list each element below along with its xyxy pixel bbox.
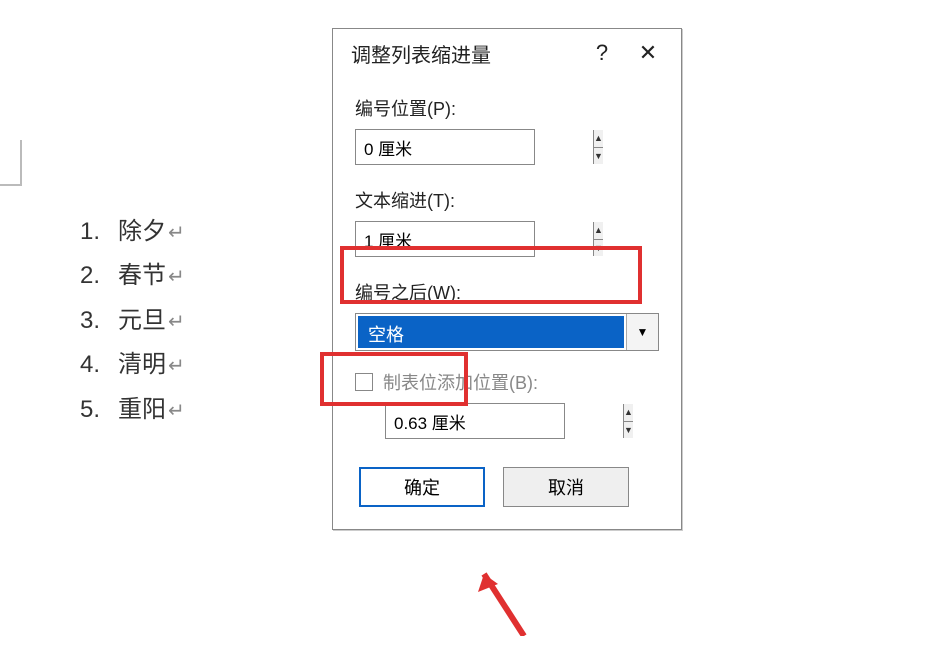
dialog-titlebar: 调整列表缩进量 ? ✕ <box>333 29 681 77</box>
return-icon: ↵ <box>168 266 185 288</box>
ok-button[interactable]: 确定 <box>359 467 485 507</box>
close-button[interactable]: ✕ <box>625 30 671 76</box>
text-indent-spinner[interactable]: ▲ ▼ <box>355 221 535 257</box>
text-indent-input[interactable] <box>356 222 593 256</box>
list-item: 1. 除夕↵ <box>60 210 185 254</box>
document-numbered-list: 1.除夕↵ 2.春节↵ 3.元旦↵ 4.清明↵ 5.重阳↵ <box>60 210 185 432</box>
tab-stop-checkbox[interactable] <box>355 373 373 391</box>
after-number-select[interactable]: 空格 ▼ <box>355 313 659 351</box>
list-text: 元旦 <box>118 307 166 334</box>
after-number-value: 空格 <box>358 316 624 348</box>
help-button[interactable]: ? <box>579 30 625 76</box>
number-position-input[interactable] <box>356 130 593 164</box>
tab-stop-spinner[interactable]: ▲ ▼ <box>385 403 565 439</box>
annotation-arrow-icon <box>474 566 534 636</box>
list-item: 4. 清明↵ <box>60 343 185 387</box>
cancel-button[interactable]: 取消 <box>503 467 629 507</box>
text-indent-group: 文本缩进(T): ▲ ▼ <box>355 187 659 257</box>
return-icon: ↵ <box>168 355 185 377</box>
spin-down-icon[interactable]: ▼ <box>594 240 603 257</box>
number-position-label: 编号位置(P): <box>355 95 659 121</box>
list-item: 3. 元旦↵ <box>60 299 185 343</box>
spin-down-icon[interactable]: ▼ <box>624 422 633 439</box>
list-text: 重阳 <box>118 396 166 423</box>
text-indent-label: 文本缩进(T): <box>355 187 659 213</box>
tab-stop-input[interactable] <box>386 404 623 438</box>
list-number: 4. <box>60 343 100 387</box>
list-number: 1. <box>60 210 100 254</box>
spin-up-icon[interactable]: ▲ <box>594 130 603 148</box>
tab-stop-row: 制表位添加位置(B): <box>355 369 659 395</box>
spin-up-icon[interactable]: ▲ <box>624 404 633 422</box>
list-text: 春节 <box>118 262 166 289</box>
return-icon: ↵ <box>168 400 185 422</box>
spin-down-icon[interactable]: ▼ <box>594 148 603 165</box>
list-text: 清明 <box>118 351 166 378</box>
list-number: 5. <box>60 388 100 432</box>
list-item: 5. 重阳↵ <box>60 388 185 432</box>
return-icon: ↵ <box>168 222 185 244</box>
after-number-group: 编号之后(W): 空格 ▼ 制表位添加位置(B): ▲ ▼ <box>355 279 659 439</box>
list-item: 2. 春节↵ <box>60 254 185 298</box>
number-position-spinner[interactable]: ▲ ▼ <box>355 129 535 165</box>
tab-stop-label: 制表位添加位置(B): <box>383 369 538 395</box>
dialog-title: 调整列表缩进量 <box>351 39 579 68</box>
number-position-group: 编号位置(P): ▲ ▼ <box>355 95 659 165</box>
after-number-label: 编号之后(W): <box>355 279 659 305</box>
list-text: 除夕 <box>118 218 166 245</box>
return-icon: ↵ <box>168 311 185 333</box>
list-number: 2. <box>60 254 100 298</box>
adjust-list-indent-dialog: 调整列表缩进量 ? ✕ 编号位置(P): ▲ ▼ 文本缩进(T): ▲ ▼ <box>332 28 682 530</box>
spin-up-icon[interactable]: ▲ <box>594 222 603 240</box>
list-number: 3. <box>60 299 100 343</box>
page-margin-marker <box>0 140 22 186</box>
chevron-down-icon[interactable]: ▼ <box>626 314 658 350</box>
